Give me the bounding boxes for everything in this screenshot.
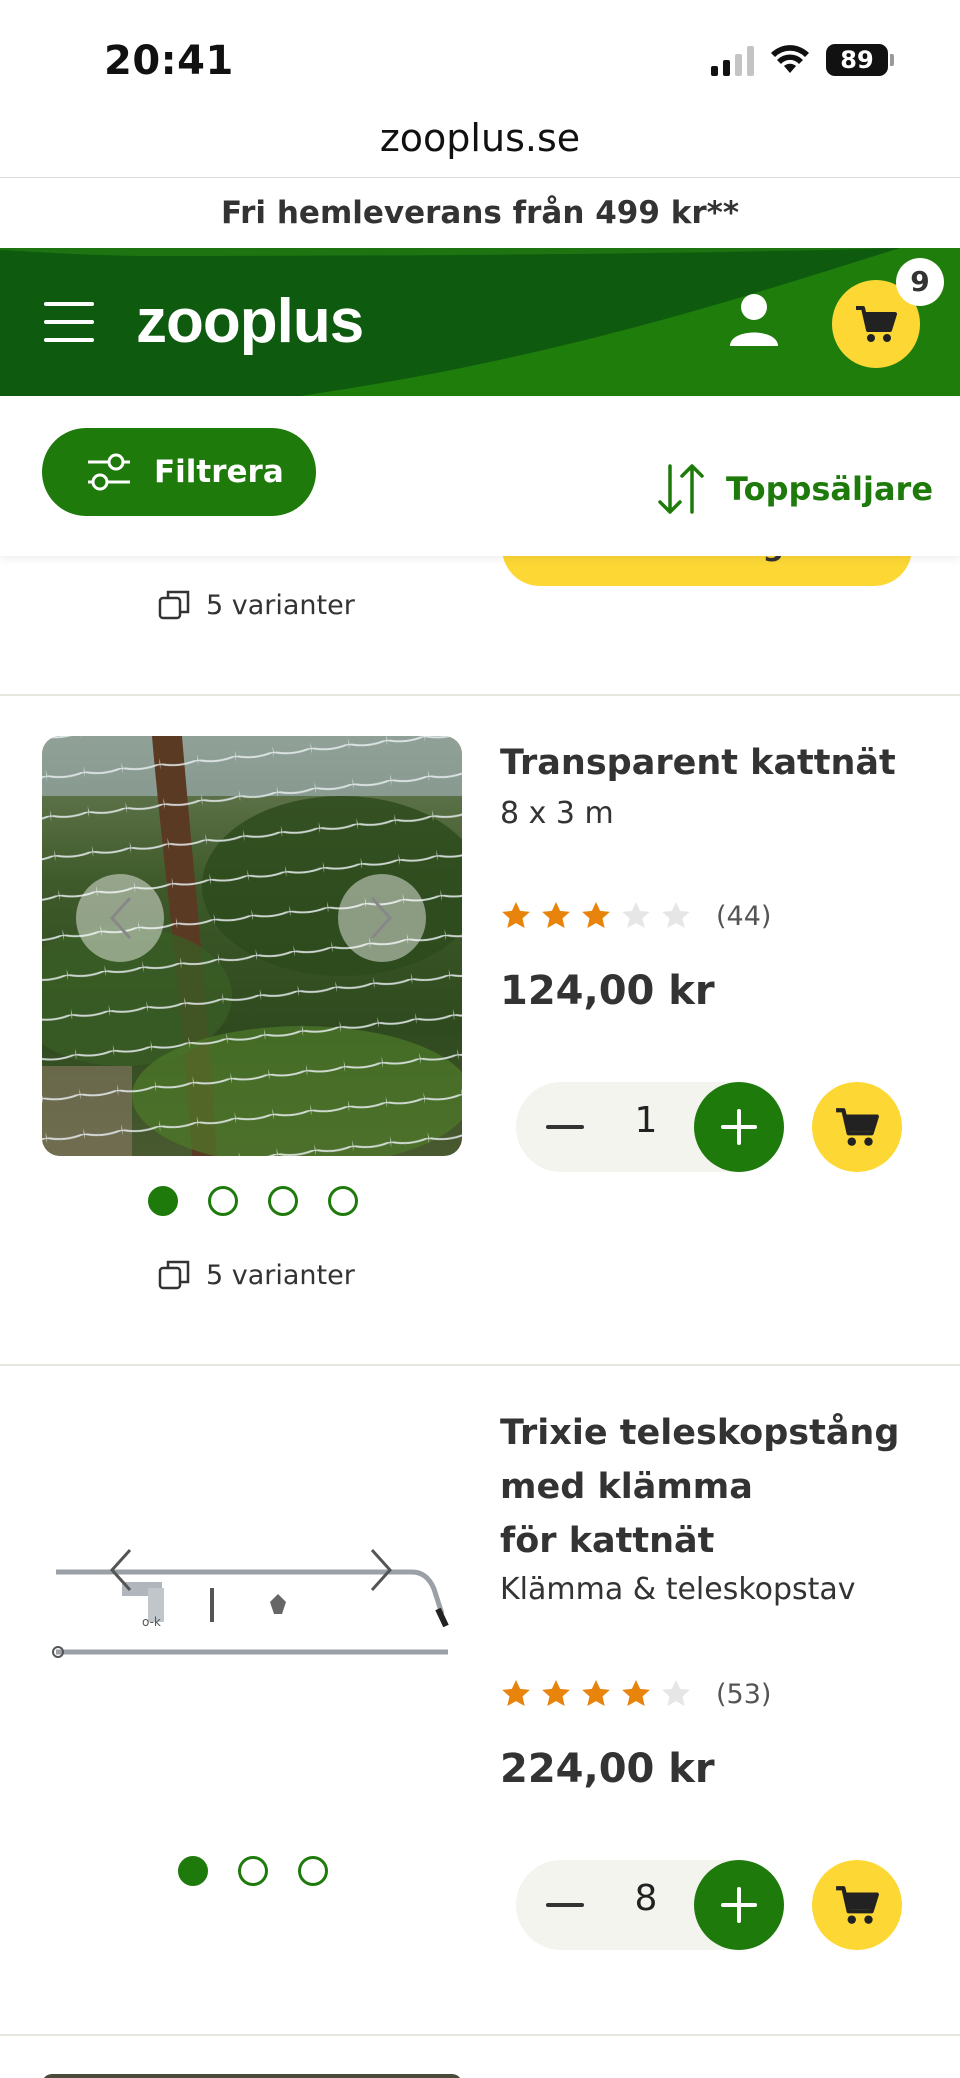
decrease-quantity-button[interactable] [540,1102,590,1152]
variants-label: 5 varianter [206,1259,355,1291]
product-price: 224,00 kr [500,1746,715,1792]
product-divider [0,1364,960,1366]
image-dot[interactable] [178,1856,208,1886]
battery-level: 89 [826,44,888,76]
decrease-quantity-button[interactable] [540,1880,590,1930]
plus-icon [721,1109,757,1145]
increase-quantity-button[interactable] [694,1860,784,1950]
image-pagination [148,1186,358,1216]
star-empty-icon [662,1680,690,1706]
product-image-cat-net[interactable] [42,736,462,1156]
product-divider [0,694,960,696]
increase-quantity-button[interactable] [694,1082,784,1172]
minus-icon [546,1125,584,1129]
add-to-cart-button[interactable] [812,1082,902,1172]
image-dot[interactable] [298,1856,328,1886]
image-dot[interactable] [148,1186,178,1216]
star-filled-icon [502,1680,530,1706]
star-filled-icon [622,1680,650,1706]
review-count: (44) [716,900,772,932]
image-pagination [178,1856,328,1886]
star-filled-icon [542,1680,570,1706]
star-empty-icon [662,902,690,928]
product-variant: Klämma & teleskopstav [500,1572,856,1607]
image-dot[interactable] [328,1186,358,1216]
account-icon[interactable] [728,292,780,348]
quantity-value[interactable]: 8 [606,1878,686,1919]
chevron-right-icon [370,896,393,940]
variants-link[interactable]: 5 varianter [158,1258,355,1292]
sort-label: Toppsäljare [726,470,934,508]
image-prev-button[interactable] [76,1526,164,1614]
product-image-telescopic-pole[interactable]: o-k [42,1404,462,1824]
star-filled-icon [542,902,570,928]
wifi-icon [771,45,809,73]
status-bar: 20:41 89 [0,0,960,110]
sort-button[interactable]: Toppsäljare [656,462,933,516]
product-title-line: Trixie teleskopstång [500,1413,900,1453]
quantity-stepper: 1 [516,1082,784,1172]
review-count: (53) [716,1678,772,1710]
cart-icon [836,1886,879,1924]
chevron-left-icon [109,1548,132,1592]
status-time: 20:41 [104,38,234,84]
variants-icon [158,590,190,620]
filter-button[interactable]: Filtrera [42,428,316,516]
telescopic-pole-photo: o-k [52,1569,449,1658]
add-to-cart-button[interactable] [812,1860,902,1950]
image-next-button[interactable] [338,1526,426,1614]
product-divider [0,2034,960,2036]
cart-count-badge: 9 [896,258,944,306]
variants-label: 5 varianter [206,589,355,621]
cart-icon [856,306,897,342]
rating-stars [500,1678,692,1710]
product-title[interactable]: Transparent kattnät [500,736,930,790]
product-title-line: med klämma [500,1467,753,1507]
image-prev-button[interactable] [76,874,164,962]
battery-icon: 89 [826,44,894,76]
promo-banner[interactable]: Fri hemleverans från 499 kr** [0,178,960,248]
chevron-left-icon [109,896,132,940]
next-product-image-partial[interactable] [42,2074,462,2078]
product-variant: 8 x 3 m [500,796,614,831]
image-dot[interactable] [238,1856,268,1886]
star-filled-icon [502,902,530,928]
quantity-value[interactable]: 1 [606,1100,686,1141]
cellular-signal-icon [711,44,754,76]
product-price: 124,00 kr [500,968,715,1014]
variants-icon [158,1260,190,1290]
product-title-line: för kattnät [500,1521,715,1561]
minus-icon [546,1903,584,1907]
rating-stars [500,900,692,932]
menu-icon[interactable] [44,302,94,342]
zooplus-logo[interactable]: zooplus [136,286,364,357]
product-rating[interactable]: (53) [500,1678,771,1710]
svg-text:o-k: o-k [142,1615,161,1629]
image-next-button[interactable] [338,874,426,962]
image-dot[interactable] [268,1186,298,1216]
image-dot[interactable] [208,1186,238,1216]
variants-link[interactable]: 5 varianter [158,588,355,622]
browser-url-bar[interactable]: zooplus.se [0,110,960,178]
quantity-stepper: 8 [516,1860,784,1950]
filter-label: Filtrera [154,454,284,490]
plus-icon [721,1887,757,1923]
star-empty-icon [622,902,650,928]
sort-icon [658,464,704,514]
star-filled-icon [582,1680,610,1706]
status-icons: 89 [711,44,894,76]
site-header: zooplus 9 [0,248,960,396]
filter-sort-bar: Filtrera Toppsäljare [0,396,960,556]
chevron-right-icon [370,1548,393,1592]
filter-icon [88,453,130,491]
cart-icon [836,1108,879,1146]
product-rating[interactable]: (44) [500,900,771,932]
star-filled-icon [582,902,610,928]
product-title[interactable]: Trixie teleskopstång med klämma för katt… [500,1406,930,1568]
